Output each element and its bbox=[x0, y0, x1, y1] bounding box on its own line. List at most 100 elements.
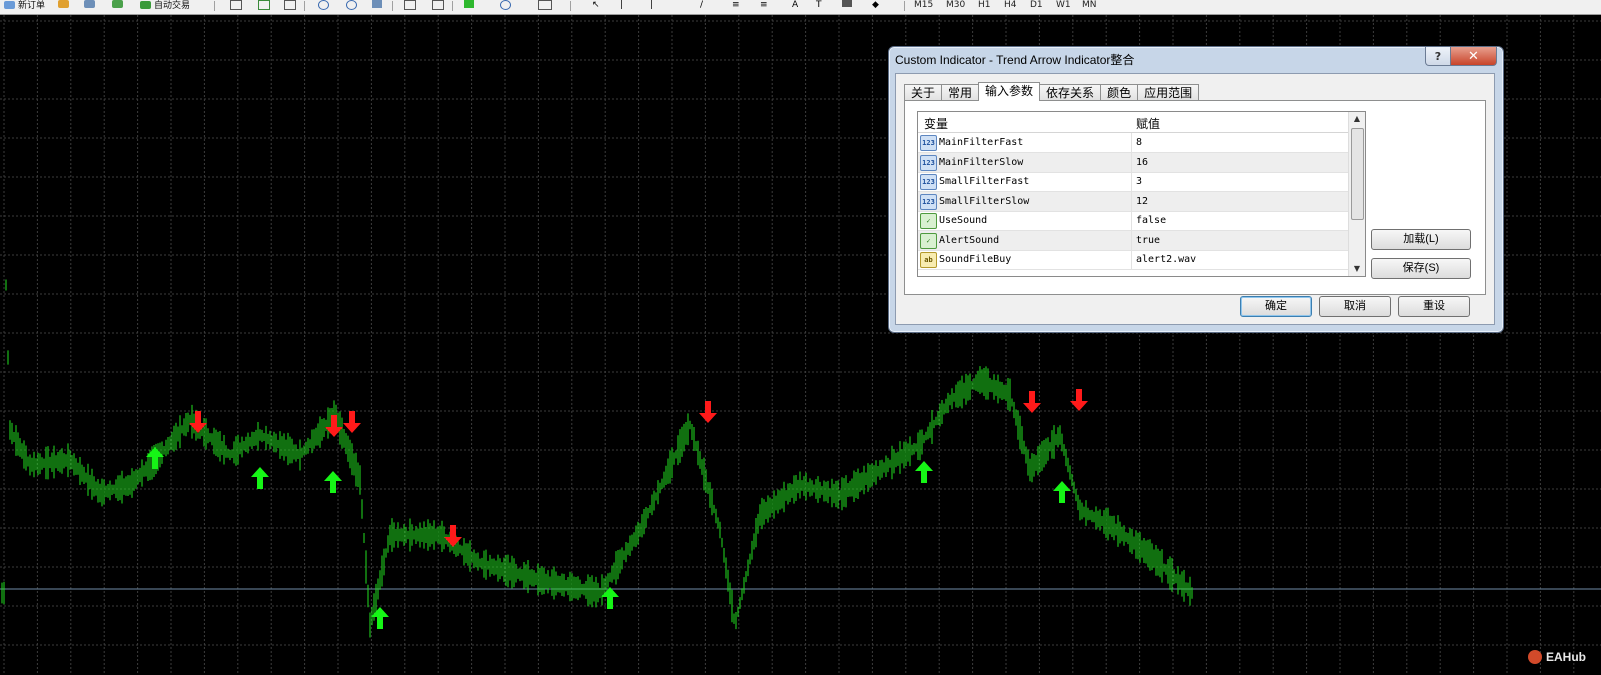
timeframe-h1[interactable]: H1 bbox=[978, 0, 991, 10]
timeframe-w1[interactable]: W1 bbox=[1056, 0, 1071, 10]
variable-value[interactable]: 3 bbox=[1136, 176, 1142, 187]
auto-trading-button[interactable]: 自动交易 bbox=[140, 0, 190, 11]
scroll-thumb[interactable] bbox=[1351, 128, 1364, 220]
crosshair-icon[interactable]: | bbox=[620, 0, 623, 10]
indicators-icon[interactable] bbox=[464, 0, 474, 8]
auto-trading-icon bbox=[140, 0, 151, 9]
tab-common[interactable]: 常用 bbox=[941, 84, 980, 101]
grid-row[interactable]: ✓ UseSound false bbox=[918, 211, 1348, 231]
grid-row[interactable]: 123 MainFilterFast 8 bbox=[918, 133, 1348, 153]
custom-indicator-dialog: Custom Indicator - Trend Arrow Indicator… bbox=[888, 46, 1504, 333]
numeric-icon: 123 bbox=[920, 154, 937, 171]
line-chart-icon[interactable] bbox=[284, 0, 296, 10]
tile-windows-icon[interactable] bbox=[372, 0, 382, 8]
inputs-panel: 变量 赋值 123 MainFilterFast 8 123 MainFilterSlo… bbox=[904, 100, 1486, 295]
zoom-out-icon[interactable] bbox=[346, 0, 357, 10]
buy-arrow-icon bbox=[1053, 481, 1071, 503]
variable-name: UseSound bbox=[939, 215, 988, 226]
equidistant-channel-icon[interactable]: ≡ bbox=[732, 0, 740, 10]
tab-about[interactable]: 关于 bbox=[904, 84, 943, 101]
help-button[interactable]: ? bbox=[1425, 47, 1451, 66]
toolbar-separator bbox=[904, 1, 905, 11]
numeric-icon: 123 bbox=[920, 193, 937, 210]
navigator-icon[interactable] bbox=[58, 0, 69, 8]
sell-arrow-icon bbox=[1023, 391, 1041, 413]
terminal-icon[interactable] bbox=[112, 0, 123, 8]
main-toolbar: 新订单 自动交易 ↖ | | / ≡ ≡ A T ◆ M15 M30 H1 H4… bbox=[0, 0, 1601, 15]
tab-strip: 关于 常用 输入参数 依存关系 颜色 应用范围 bbox=[904, 82, 1200, 101]
save-button[interactable]: 保存(S) bbox=[1371, 258, 1471, 279]
chart-shift-icon[interactable] bbox=[404, 0, 416, 10]
periods-icon[interactable] bbox=[500, 0, 511, 10]
tab-visualization[interactable]: 应用范围 bbox=[1137, 84, 1200, 101]
shapes-tool-icon[interactable]: ◆ bbox=[872, 0, 879, 10]
variable-value[interactable]: false bbox=[1136, 215, 1166, 226]
grid-row[interactable]: 123 SmallFilterSlow 12 bbox=[918, 191, 1348, 212]
load-button[interactable]: 加载(L) bbox=[1371, 229, 1471, 250]
timeframe-m30[interactable]: M30 bbox=[946, 0, 965, 10]
boolean-icon: ✓ bbox=[920, 232, 937, 249]
timeframe-m15[interactable]: M15 bbox=[914, 0, 933, 10]
tab-dependencies[interactable]: 依存关系 bbox=[1039, 84, 1102, 101]
column-variable[interactable]: 变量 bbox=[924, 115, 948, 132]
toolbar-separator bbox=[392, 1, 393, 11]
parameters-grid[interactable]: 变量 赋值 123 MainFilterFast 8 123 MainFilterSlo… bbox=[917, 111, 1366, 277]
column-divider bbox=[1131, 211, 1132, 230]
grid-scrollbar[interactable]: ▲ ▼ bbox=[1348, 112, 1365, 276]
column-divider bbox=[1131, 250, 1132, 269]
arrows-tool-icon[interactable] bbox=[842, 0, 852, 7]
label-tool-icon[interactable]: T bbox=[816, 0, 822, 10]
timeframe-h4[interactable]: H4 bbox=[1004, 0, 1017, 10]
column-divider bbox=[1131, 172, 1132, 191]
variable-value[interactable]: 8 bbox=[1136, 137, 1142, 148]
column-value[interactable]: 赋值 bbox=[1136, 115, 1160, 132]
variable-value[interactable]: alert2.wav bbox=[1136, 254, 1196, 265]
templates-icon[interactable] bbox=[538, 0, 552, 10]
market-watch-icon[interactable] bbox=[84, 0, 95, 8]
sell-arrow-icon bbox=[699, 401, 717, 423]
text-tool-icon[interactable]: A bbox=[792, 0, 798, 10]
reset-button[interactable]: 重设 bbox=[1398, 296, 1470, 317]
scroll-up-icon[interactable]: ▲ bbox=[1349, 112, 1365, 126]
grid-row[interactable]: 123 MainFilterSlow 16 bbox=[918, 152, 1348, 173]
numeric-icon: 123 bbox=[920, 174, 937, 190]
close-button[interactable]: ✕ bbox=[1450, 47, 1497, 66]
grid-row[interactable]: ✓ AlertSound true bbox=[918, 230, 1348, 251]
variable-name: SmallFilterSlow bbox=[939, 195, 1030, 207]
grid-header: 变量 赋值 bbox=[918, 112, 1348, 133]
candlestick-icon[interactable] bbox=[258, 0, 270, 10]
grid-row[interactable]: 123 SmallFilterFast 3 bbox=[918, 172, 1348, 192]
column-divider bbox=[1131, 230, 1132, 250]
timeframe-d1[interactable]: D1 bbox=[1030, 0, 1043, 10]
cancel-button[interactable]: 取消 bbox=[1319, 296, 1391, 317]
cursor-icon[interactable]: ↖ bbox=[592, 0, 600, 10]
variable-value[interactable]: true bbox=[1136, 235, 1160, 246]
tab-colors[interactable]: 颜色 bbox=[1100, 84, 1139, 101]
buy-arrow-icon bbox=[915, 461, 933, 483]
ok-button[interactable]: 确定 bbox=[1240, 296, 1312, 317]
sell-arrow-icon bbox=[444, 525, 462, 547]
toolbar-separator bbox=[214, 1, 215, 11]
scroll-down-icon[interactable]: ▼ bbox=[1349, 262, 1365, 276]
variable-value[interactable]: 16 bbox=[1136, 157, 1148, 168]
new-order-label: 新订单 bbox=[18, 1, 46, 11]
new-order-button[interactable]: 新订单 bbox=[4, 0, 46, 11]
variable-name: AlertSound bbox=[939, 234, 1000, 246]
trendline-icon[interactable]: / bbox=[700, 0, 703, 10]
variable-name: SoundFileBuy bbox=[939, 254, 1012, 265]
variable-value[interactable]: 12 bbox=[1136, 196, 1148, 207]
dialog-title: Custom Indicator - Trend Arrow Indicator… bbox=[895, 53, 1135, 67]
timeframe-mn[interactable]: MN bbox=[1082, 0, 1097, 10]
bar-chart-icon[interactable] bbox=[230, 0, 242, 10]
numeric-icon: 123 bbox=[920, 135, 937, 151]
string-icon: ab bbox=[920, 252, 937, 268]
variable-name: MainFilterSlow bbox=[939, 156, 1024, 168]
variable-name: MainFilterFast bbox=[939, 137, 1024, 148]
grid-row[interactable]: ab SoundFileBuy alert2.wav bbox=[918, 250, 1348, 270]
buy-arrow-icon bbox=[324, 471, 342, 493]
fibonacci-icon[interactable]: ≡ bbox=[760, 0, 768, 10]
auto-scroll-icon[interactable] bbox=[432, 0, 444, 10]
tab-inputs[interactable]: 输入参数 bbox=[978, 82, 1041, 101]
vertical-line-icon[interactable]: | bbox=[650, 0, 653, 10]
zoom-in-icon[interactable] bbox=[318, 0, 329, 10]
